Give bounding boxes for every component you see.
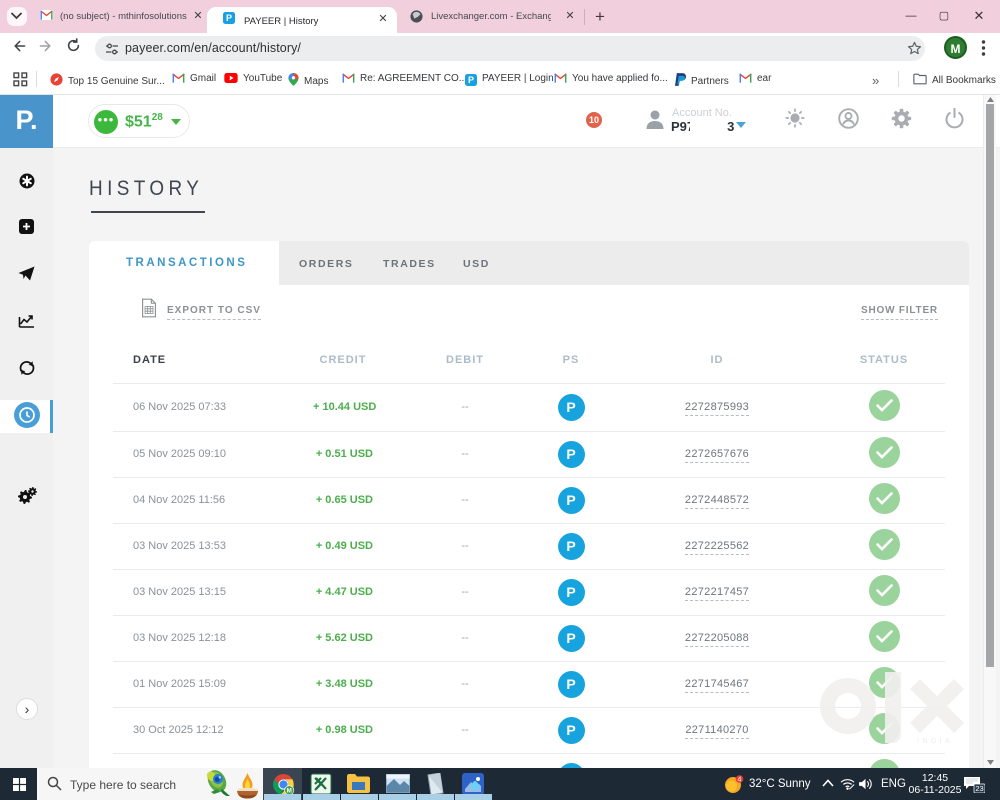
svg-text:INDIA: INDIA — [917, 738, 953, 745]
svg-text:23: 23 — [975, 784, 983, 793]
svg-text:4: 4 — [738, 777, 742, 784]
